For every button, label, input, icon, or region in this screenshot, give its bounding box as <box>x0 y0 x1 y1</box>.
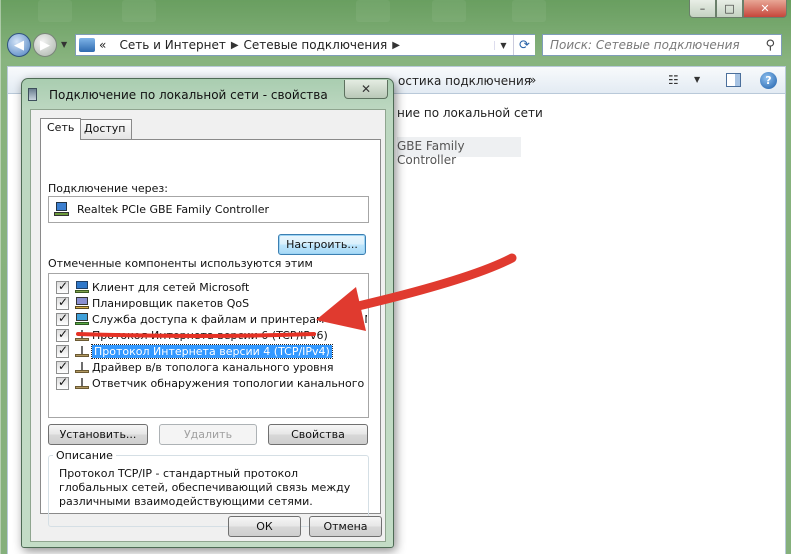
maximize-button[interactable]: □ <box>716 0 743 18</box>
breadcrumb-network-connections[interactable]: Сетевые подключения <box>244 38 388 52</box>
list-item[interactable]: Драйвер в/в тополога канального уровня <box>49 359 367 376</box>
component-checkbox[interactable] <box>56 311 69 326</box>
chevron-down-icon[interactable]: ▼ <box>494 40 512 50</box>
chevron-down-icon[interactable]: ▼ <box>694 75 700 84</box>
protocol-icon <box>75 377 89 390</box>
address-bar[interactable]: « Сеть и Интернет ▶ Сетевые подключения … <box>75 34 535 56</box>
back-button[interactable]: ◀ <box>7 33 31 57</box>
configure-button[interactable]: Настроить... <box>278 234 366 255</box>
connection-item-name[interactable]: ние по локальной сети <box>397 106 543 120</box>
protocol-icon <box>75 345 89 358</box>
install-button[interactable]: Установить... <box>48 424 148 445</box>
components-list[interactable]: Клиент для сетей Microsoft Планировщик п… <box>48 273 369 418</box>
close-button[interactable]: ✕ <box>743 0 787 18</box>
close-icon: ✕ <box>360 82 372 96</box>
component-checkbox[interactable] <box>56 375 69 390</box>
component-label: Протокол Интернета версии 4 (TCP/IPv4) <box>91 344 333 359</box>
component-checkbox[interactable] <box>56 279 69 294</box>
connect-using-label: Подключение через: <box>48 182 168 195</box>
adapter-name: Realtek PCIe GBE Family Controller <box>77 203 270 216</box>
chevron-right-icon[interactable]: ▶ <box>231 40 239 51</box>
list-item[interactable]: Служба доступа к файлам и принтерам сете… <box>49 311 367 328</box>
list-item[interactable]: Планировщик пакетов QoS <box>49 295 367 312</box>
list-item[interactable]: Ответчик обнаружения топологии канальног… <box>49 375 367 392</box>
chevron-right-icon <box>111 40 114 51</box>
dialog-body: Сеть Доступ Подключение через: Realtek P… <box>30 109 386 542</box>
recent-pages-dropdown[interactable]: ▼ <box>61 40 67 49</box>
component-label: Ответчик обнаружения топологии канальног… <box>92 377 367 390</box>
connection-item-device: GBE Family Controller <box>397 137 521 167</box>
list-item-selected[interactable]: Протокол Интернета версии 4 (TCP/IPv4) <box>49 343 367 360</box>
dialog-title: Подключение по локальной сети - свойства <box>49 88 328 102</box>
search-input[interactable]: Поиск: Сетевые подключения ⚲ <box>542 34 782 56</box>
component-checkbox[interactable] <box>56 295 69 310</box>
description-text: Протокол TCP/IP - стандартный протокол г… <box>59 467 351 508</box>
remove-button: Удалить <box>159 424 257 445</box>
help-icon[interactable]: ? <box>760 72 777 89</box>
breadcrumb-overflow[interactable]: « <box>99 38 106 52</box>
tab-network[interactable]: Сеть <box>40 118 82 140</box>
component-label: Драйвер в/в тополога канального уровня <box>92 361 334 374</box>
dialog-close-button[interactable]: ✕ <box>344 80 388 99</box>
scheduler-icon <box>75 297 89 310</box>
network-adapter-icon <box>28 88 37 101</box>
forward-button[interactable]: ▶ <box>33 33 57 57</box>
properties-button[interactable]: Свойства <box>268 424 368 445</box>
component-checkbox[interactable] <box>56 359 69 374</box>
preview-pane-icon[interactable] <box>726 73 741 87</box>
ok-button[interactable]: ОК <box>228 516 301 537</box>
component-checkbox[interactable] <box>56 327 69 342</box>
adapter-field: Realtek PCIe GBE Family Controller <box>48 196 369 223</box>
file-share-icon <box>75 313 89 326</box>
properties-dialog: Подключение по локальной сети - свойства… <box>21 78 394 548</box>
description-title: Описание <box>53 449 116 462</box>
tab-sharing[interactable]: Доступ <box>77 119 133 139</box>
list-item[interactable]: Клиент для сетей Microsoft <box>49 279 367 296</box>
search-placeholder: Поиск: Сетевые подключения <box>550 38 740 52</box>
component-checkbox[interactable] <box>56 343 69 358</box>
list-item[interactable]: Протокол Интернета версии 6 (TCP/IPv6) <box>49 327 367 344</box>
control-panel-icon <box>79 38 95 52</box>
refresh-button[interactable]: ⟳ <box>513 35 535 55</box>
arrow-right-icon: ▶ <box>40 37 50 53</box>
arrow-left-icon: ◀ <box>14 37 24 53</box>
more-commands-button[interactable]: » <box>529 73 536 87</box>
window-controls: – □ ✕ <box>689 0 787 18</box>
breadcrumb-network-internet[interactable]: Сеть и Интернет <box>120 38 226 52</box>
minimize-button[interactable]: – <box>689 0 716 18</box>
component-label: Планировщик пакетов QoS <box>92 297 250 310</box>
protocol-icon <box>75 361 89 374</box>
cancel-button[interactable]: Отмена <box>309 516 382 537</box>
chevron-right-icon[interactable]: ▶ <box>392 40 400 51</box>
component-label: Протокол Интернета версии 6 (TCP/IPv6) <box>92 329 328 342</box>
component-label: Клиент для сетей Microsoft <box>92 281 250 294</box>
component-label: Служба доступа к файлам и принтерам сете… <box>92 313 367 326</box>
network-client-icon <box>75 281 89 294</box>
diagnose-connection-item[interactable]: остика подключения <box>398 74 531 88</box>
refresh-icon: ⟳ <box>519 37 530 53</box>
network-adapter-icon <box>54 202 70 217</box>
search-icon[interactable]: ⚲ <box>765 38 775 53</box>
views-icon[interactable]: ☷ <box>668 73 679 87</box>
protocol-icon <box>75 329 89 342</box>
